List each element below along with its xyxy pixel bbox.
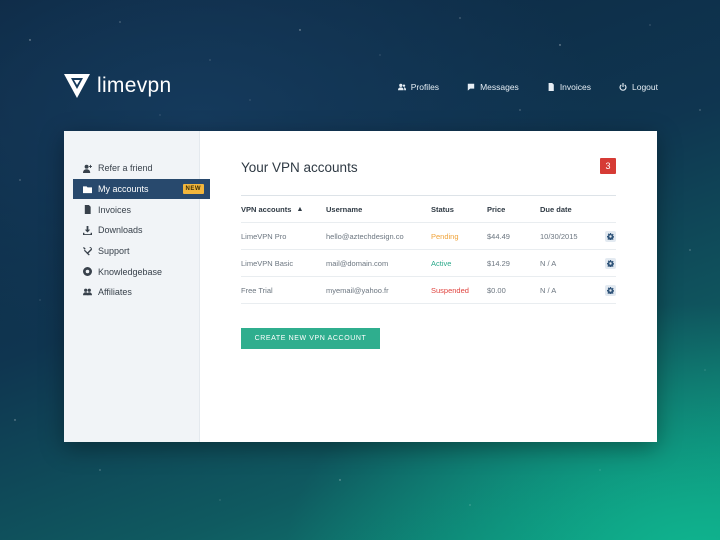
status-badge: Suspended	[431, 285, 469, 295]
sidebar-item-my-accounts[interactable]: My accounts NEW	[73, 178, 210, 200]
status-badge: Active	[431, 258, 452, 268]
table-row: LimeVPN Basic mail@domain.com Active $14…	[241, 250, 616, 277]
sidebar-item-downloads[interactable]: Downloads	[64, 220, 199, 241]
download-icon	[83, 225, 92, 235]
cell-due-date: N / A	[540, 258, 557, 268]
power-icon	[619, 83, 627, 91]
nav-messages[interactable]: Messages	[467, 82, 519, 92]
gear-icon	[607, 286, 614, 294]
folder-icon	[83, 185, 92, 193]
sidebar-item-label: Knowledgebase	[98, 266, 163, 277]
cell-username: hello@aztechdesign.co	[326, 231, 404, 241]
cell-due-date: N / A	[540, 285, 557, 295]
sidebar-item-refer-a-friend[interactable]: Refer a friend	[64, 158, 199, 179]
table-header: VPN accounts ▲ Username Status Price Due…	[241, 196, 616, 223]
cell-account: Free Trial	[241, 285, 273, 295]
sidebar-item-support[interactable]: Support	[64, 241, 199, 262]
sidebar-item-label: Downloads	[98, 225, 143, 236]
users-icon	[397, 83, 406, 91]
column-header-status: Status	[431, 204, 454, 214]
accounts-panel: Refer a friend My accounts NEW Invoices …	[64, 131, 657, 442]
row-settings-button[interactable]	[605, 257, 616, 269]
gear-icon	[607, 259, 614, 267]
sidebar-item-label: Invoices	[98, 204, 132, 215]
sidebar-item-label: My accounts	[98, 184, 149, 195]
cell-username: myemail@yahoo.fr	[326, 285, 389, 295]
cell-username: mail@domain.com	[326, 258, 389, 268]
status-badge: Pending	[431, 231, 459, 241]
nav-logout[interactable]: Logout	[619, 82, 658, 92]
document-icon	[84, 205, 91, 215]
brand-logo[interactable]: limevpn	[64, 74, 171, 98]
cell-account: LimeVPN Pro	[241, 231, 287, 241]
sidebar-item-label: Refer a friend	[98, 163, 153, 174]
sidebar-item-affiliates[interactable]: Affiliates	[64, 282, 199, 303]
column-header-username: Username	[326, 204, 363, 214]
cell-price: $14.29	[487, 258, 510, 268]
cell-due-date: 10/30/2015	[540, 231, 578, 241]
accounts-count-badge: 3	[600, 158, 616, 174]
add-user-icon	[83, 164, 92, 173]
sidebar-item-label: Support	[98, 246, 130, 257]
tools-icon	[83, 246, 92, 256]
nav-logout-label: Logout	[632, 82, 658, 92]
top-header: limevpn Profiles Messages Invoices Logou…	[0, 0, 720, 130]
column-header-price: Price	[487, 204, 506, 214]
gear-icon	[607, 232, 614, 240]
page-title: Your VPN accounts	[241, 160, 358, 175]
nav-profiles-label: Profiles	[410, 82, 440, 92]
column-header-due-date: Due date	[540, 204, 572, 214]
limevpn-logo-icon	[64, 74, 90, 98]
nav-messages-label: Messages	[480, 82, 519, 92]
sidebar-item-knowledgebase[interactable]: Knowledgebase	[64, 261, 199, 282]
create-vpn-account-button[interactable]: CREATE NEW VPN ACCOUNT	[241, 328, 380, 349]
chat-icon	[467, 83, 475, 91]
cell-price: $44.49	[487, 231, 510, 241]
sort-icon[interactable]: ▲	[296, 206, 303, 213]
cell-price: $0.00	[487, 285, 506, 295]
brand-name: limevpn	[97, 74, 172, 97]
main-content: Your VPN accounts 3 VPN accounts ▲ Usern…	[200, 131, 657, 442]
lifebuoy-icon	[83, 267, 92, 277]
table-row: Free Trial myemail@yahoo.fr Suspended $0…	[241, 277, 616, 304]
sidebar-item-invoices[interactable]: Invoices	[64, 199, 199, 220]
column-header-vpn-accounts[interactable]: VPN accounts ▲	[241, 205, 326, 214]
row-settings-button[interactable]	[605, 284, 616, 296]
sidebar-item-label: Affiliates	[98, 287, 132, 298]
nav-profiles[interactable]: Profiles	[397, 82, 440, 92]
top-nav: Profiles Messages Invoices Logout	[397, 82, 658, 92]
nav-invoices-label: Invoices	[559, 82, 591, 92]
document-icon	[548, 83, 554, 91]
row-settings-button[interactable]	[605, 230, 616, 242]
cell-account: LimeVPN Basic	[241, 258, 294, 268]
table-row: LimeVPN Pro hello@aztechdesign.co Pendin…	[241, 223, 616, 250]
group-icon	[83, 288, 92, 296]
nav-invoices[interactable]: Invoices	[547, 82, 591, 92]
vpn-accounts-table: VPN accounts ▲ Username Status Price Due…	[241, 195, 616, 304]
sidebar: Refer a friend My accounts NEW Invoices …	[64, 131, 210, 442]
